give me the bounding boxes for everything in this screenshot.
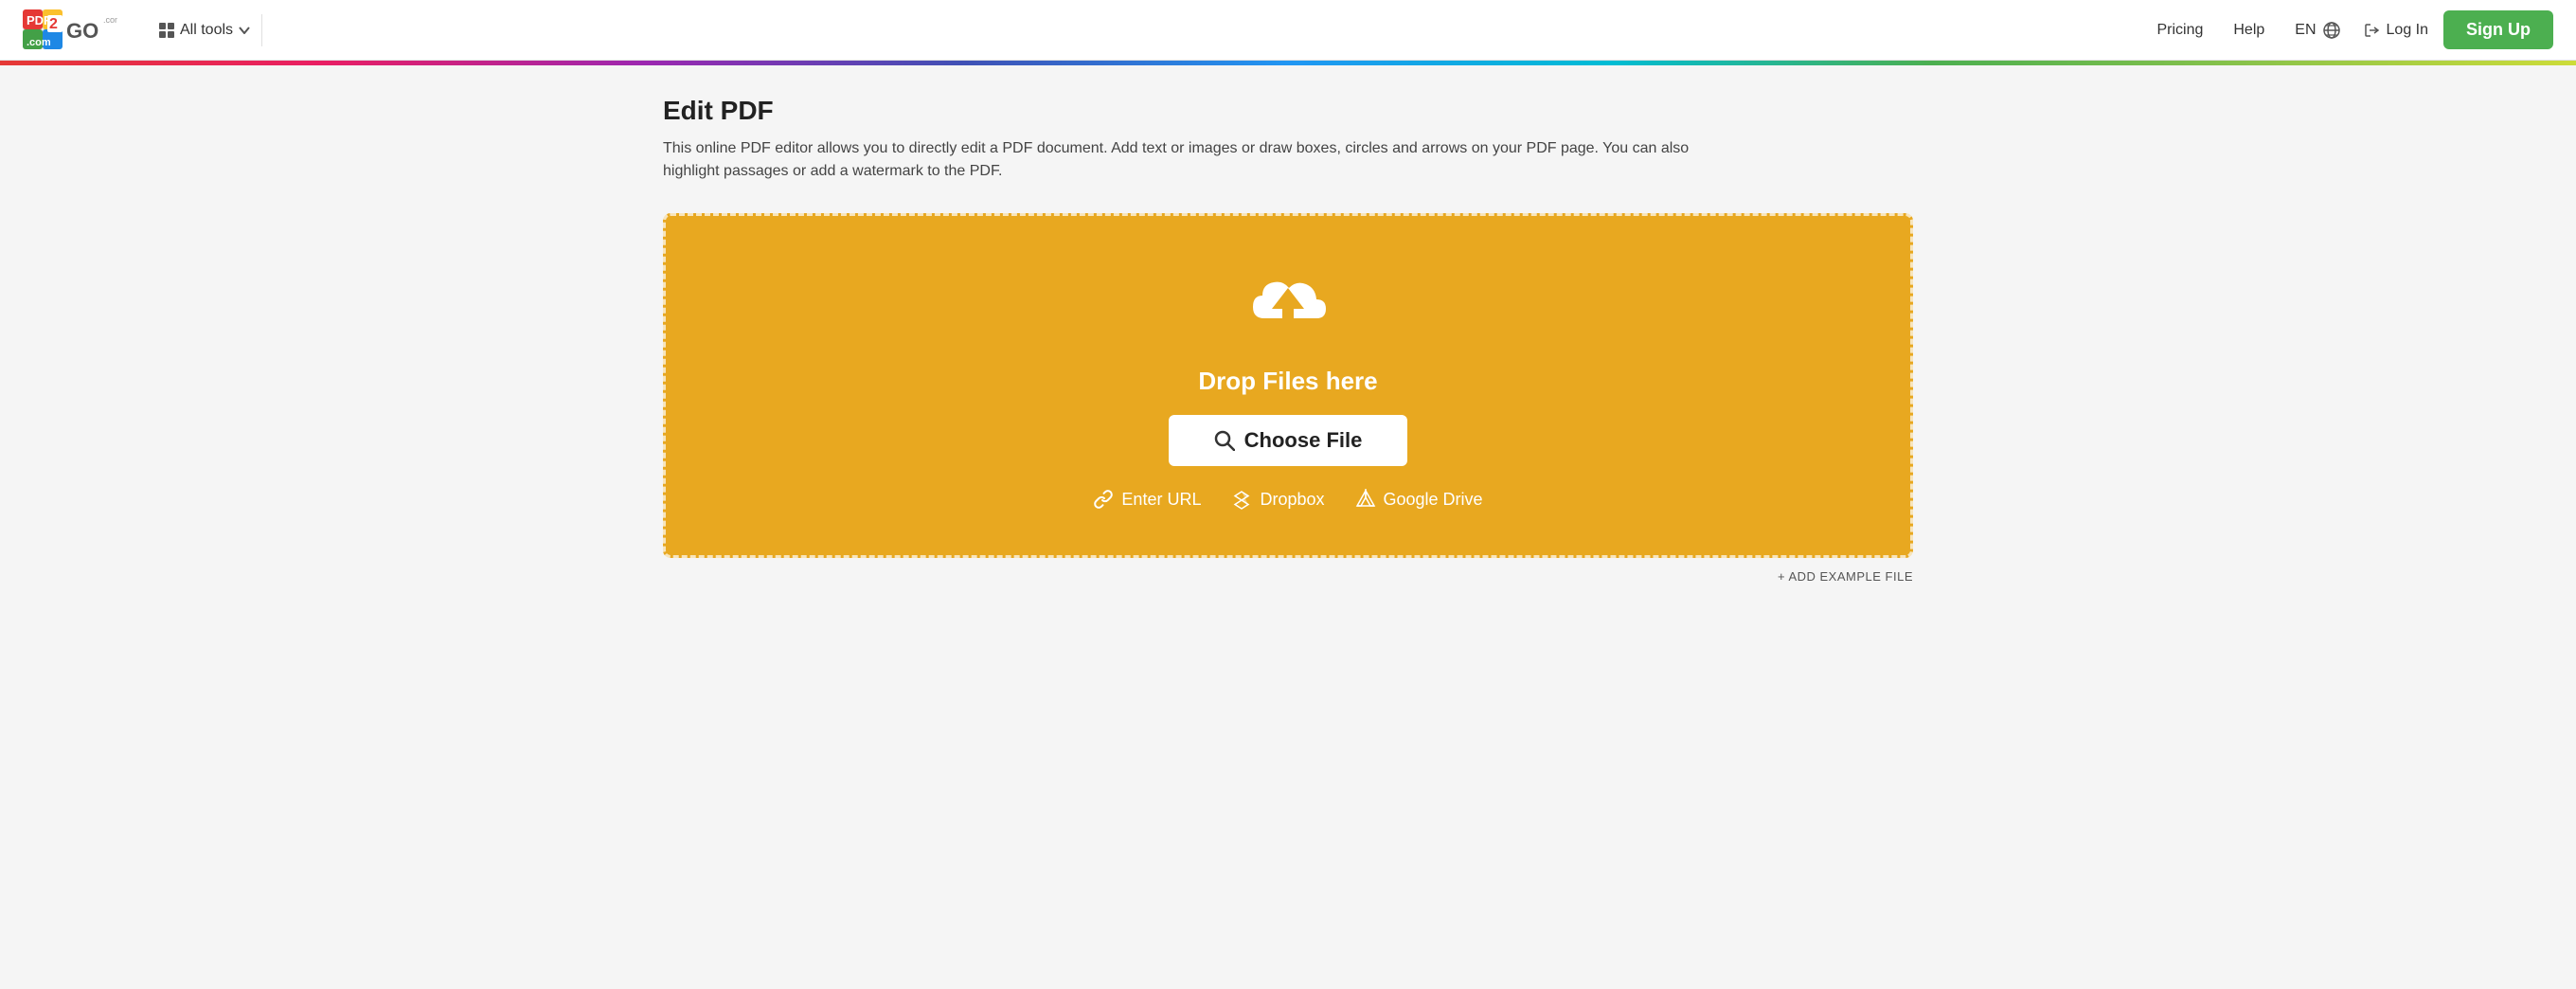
pricing-link[interactable]: Pricing bbox=[2156, 22, 2203, 39]
header: PDF .com 2 GO .com All tools Pricing Hel… bbox=[0, 0, 2576, 61]
main-content: Edit PDF This online PDF editor allows y… bbox=[625, 65, 1951, 614]
svg-text:GO: GO bbox=[66, 19, 98, 43]
dropbox-label: Dropbox bbox=[1260, 490, 1324, 510]
language-label: EN bbox=[2295, 22, 2316, 39]
dropbox-option[interactable]: Dropbox bbox=[1231, 489, 1324, 510]
all-tools-label: All tools bbox=[180, 22, 233, 39]
enter-url-label: Enter URL bbox=[1121, 490, 1201, 510]
choose-file-label: Choose File bbox=[1244, 428, 1363, 453]
login-label: Log In bbox=[2387, 22, 2428, 39]
logo[interactable]: PDF .com 2 GO .com bbox=[23, 9, 117, 51]
page-description: This online PDF editor allows you to dir… bbox=[663, 137, 1705, 183]
all-tools-button[interactable]: All tools bbox=[148, 14, 262, 46]
globe-icon bbox=[2322, 21, 2341, 40]
google-drive-label: Google Drive bbox=[1384, 490, 1483, 510]
extra-options: Enter URL Dropbox Google Drive bbox=[1093, 489, 1482, 510]
login-button[interactable]: Log In bbox=[2364, 22, 2428, 39]
cloud-upload-icon bbox=[1236, 261, 1340, 351]
enter-url-option[interactable]: Enter URL bbox=[1093, 489, 1201, 510]
grid-icon bbox=[159, 23, 174, 38]
logo-icon: PDF .com 2 GO .com bbox=[23, 9, 117, 51]
google-drive-icon bbox=[1355, 489, 1376, 510]
add-example-link[interactable]: + ADD EXAMPLE FILE bbox=[1778, 569, 1913, 584]
dropbox-icon bbox=[1231, 489, 1252, 510]
help-link[interactable]: Help bbox=[2233, 22, 2264, 39]
choose-file-button[interactable]: Choose File bbox=[1169, 415, 1408, 466]
chevron-down-icon bbox=[239, 27, 250, 34]
page-title: Edit PDF bbox=[663, 96, 1913, 126]
language-button[interactable]: EN bbox=[2295, 21, 2340, 40]
add-example-container: + ADD EXAMPLE FILE bbox=[663, 569, 1913, 584]
signup-button[interactable]: Sign Up bbox=[2443, 10, 2553, 49]
link-icon bbox=[1093, 489, 1114, 510]
signup-label: Sign Up bbox=[2466, 20, 2531, 39]
google-drive-option[interactable]: Google Drive bbox=[1355, 489, 1483, 510]
svg-text:.com: .com bbox=[27, 37, 51, 48]
search-icon bbox=[1214, 430, 1235, 451]
login-arrow-icon bbox=[2364, 22, 2381, 39]
nav-links: Pricing Help bbox=[2156, 22, 2264, 39]
drop-files-text: Drop Files here bbox=[1198, 367, 1377, 396]
drop-zone[interactable]: Drop Files here Choose File Enter URL bbox=[663, 213, 1913, 558]
svg-text:.com: .com bbox=[103, 15, 117, 25]
svg-text:2: 2 bbox=[49, 16, 58, 32]
